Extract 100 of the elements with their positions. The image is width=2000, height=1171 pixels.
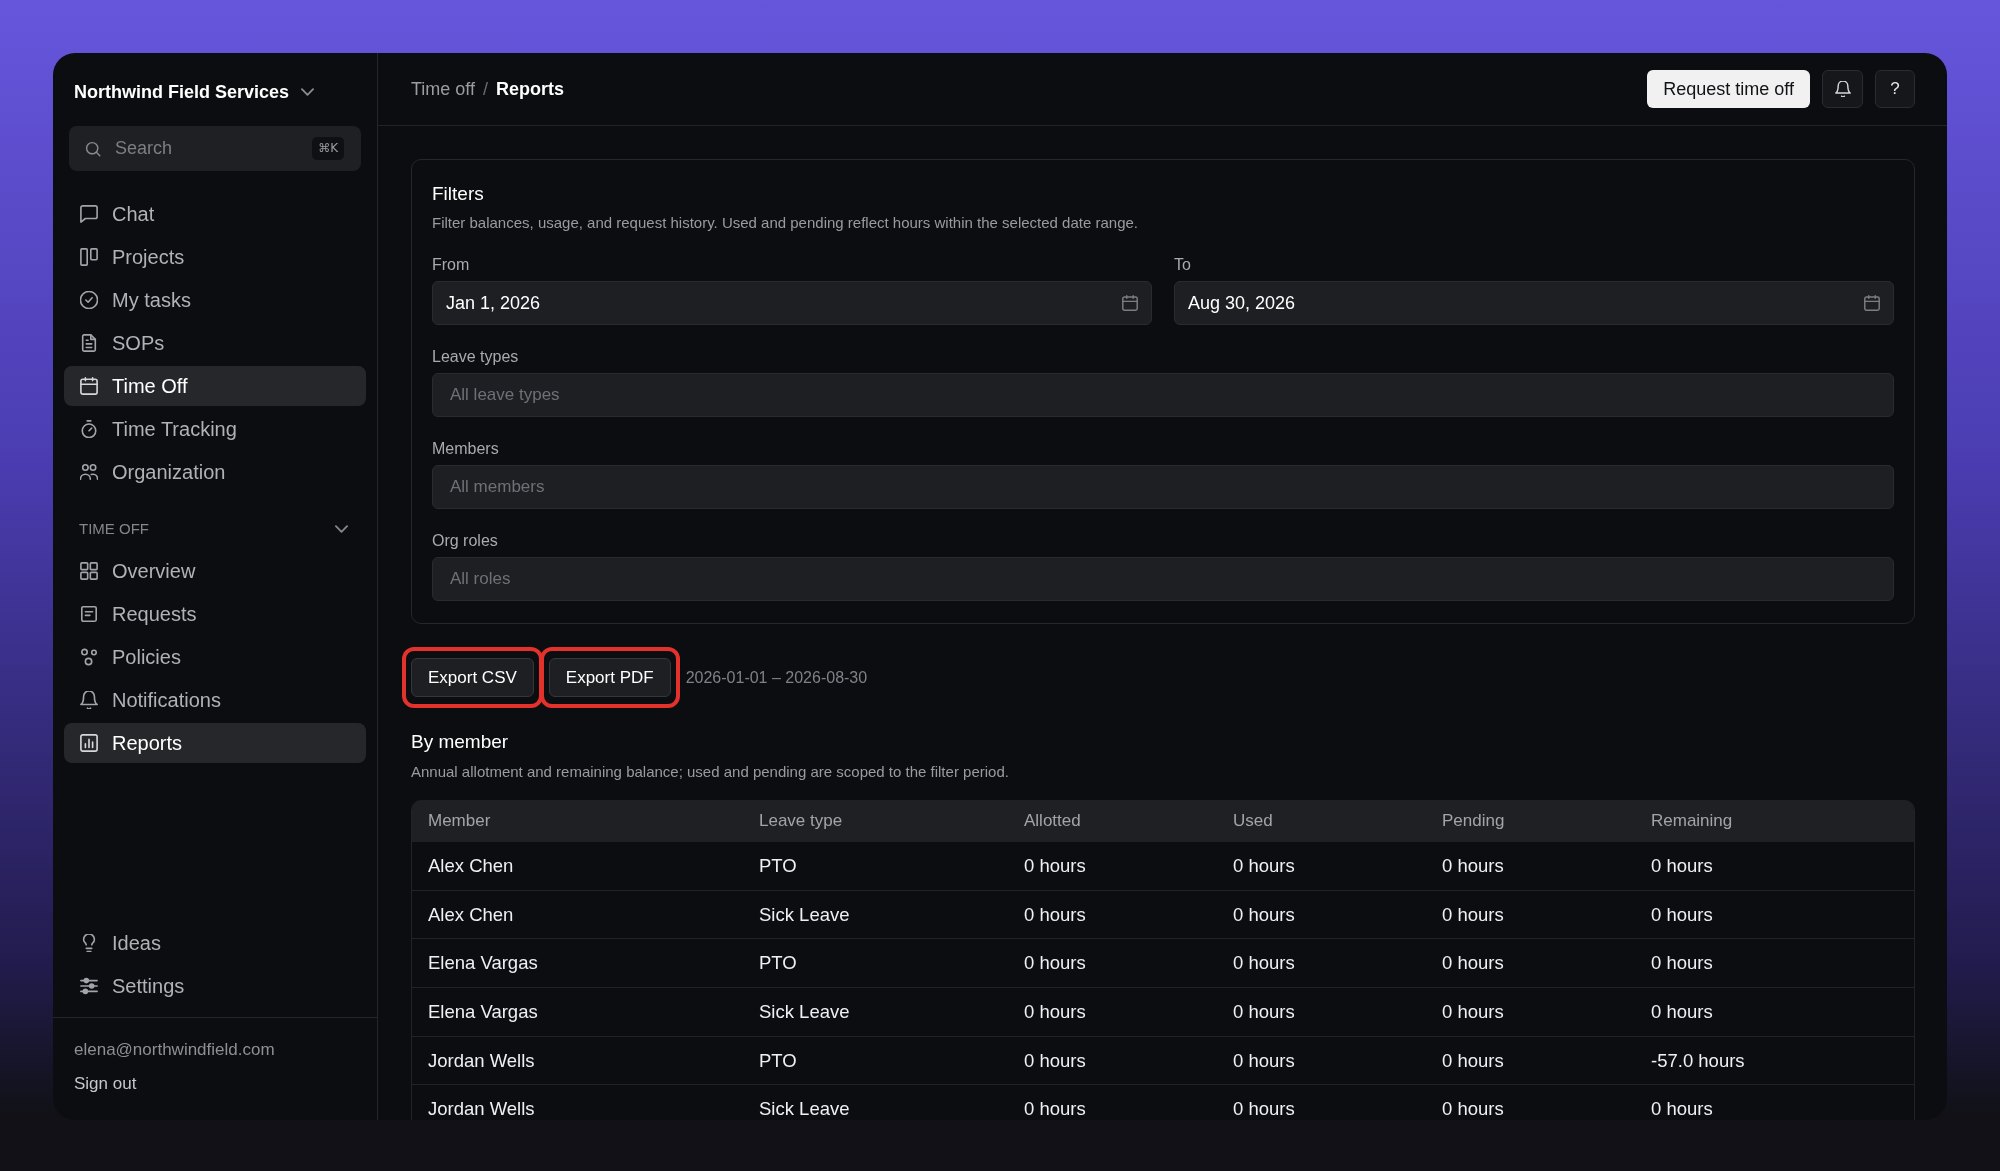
circles-icon (80, 648, 98, 666)
field-label: Members (432, 439, 500, 459)
column-header: Pending (1441, 810, 1506, 833)
table-cell-text: 0 hours (1023, 1099, 1087, 1120)
table-cell-text: 0 hours (1441, 904, 1505, 925)
shortcut-key: ⌘K (312, 137, 344, 160)
table-cell-text: Alex Chen (427, 855, 515, 876)
people-icon (80, 463, 98, 481)
table-cell-text: 0 hours (1441, 1001, 1505, 1022)
select-field[interactable]: All leave types (432, 373, 1894, 417)
nav-item[interactable]: Ideas (64, 923, 366, 963)
table-cell-text: 0 hours (1650, 1001, 1714, 1022)
account-email: elena@northwindfield.com (74, 1039, 275, 1061)
search-icon (85, 140, 101, 157)
note-icon (80, 605, 98, 623)
nav-item[interactable]: Projects (64, 237, 366, 277)
table-cell-text: 0 hours (1232, 904, 1296, 925)
calendar-icon (1122, 295, 1138, 311)
stopwatch-icon (80, 420, 98, 438)
column-header: Used (1232, 810, 1274, 833)
bell-icon (80, 691, 98, 709)
section-header[interactable]: TIME OFF (64, 519, 366, 539)
table-cell-text: 0 hours (1232, 953, 1296, 974)
notifications-button[interactable] (1822, 70, 1863, 108)
table-cell-text: 0 hours (1650, 953, 1714, 974)
table-cell-text: Elena Vargas (427, 1001, 539, 1022)
calendar-icon (80, 377, 98, 395)
lightbulb-icon (80, 934, 98, 952)
chat-bubble-icon (80, 205, 98, 223)
table-cell-text: 0 hours (1441, 953, 1505, 974)
sliders-icon (80, 977, 98, 995)
workspace-switcher[interactable]: Northwind Field Services (74, 80, 315, 104)
column-header: Remaining (1650, 810, 1734, 833)
table-cell-text: Jordan Wells (427, 1050, 536, 1071)
field-label: To (1174, 255, 1192, 275)
table-cell-text: PTO (758, 1050, 798, 1071)
date-range-text: 2026-01-01 – 2026-08-30 (685, 667, 868, 688)
table-cell-text: 0 hours (1232, 1099, 1296, 1120)
nav-item[interactable]: Policies (64, 637, 366, 677)
document-icon (80, 334, 98, 352)
table-cell-text: Sick Leave (758, 1099, 851, 1120)
field-label: From (432, 255, 471, 275)
field-label: Leave types (432, 347, 520, 367)
date-field[interactable]: Jan 1, 2026 (432, 281, 1152, 325)
section-description: Annual allotment and remaining balance; used and pending are scoped to the filter period. (411, 762, 1010, 782)
nav-item[interactable]: Notifications (64, 680, 366, 720)
table-cell-text: 0 hours (1441, 1099, 1505, 1120)
bar-chart-icon (80, 734, 98, 752)
column-header: Member (427, 810, 492, 833)
table-cell-text: Sick Leave (758, 1001, 851, 1022)
card-title: Filters (432, 182, 485, 206)
date-field[interactable]: Aug 30, 2026 (1174, 281, 1894, 325)
help-button[interactable]: ? (1875, 70, 1915, 108)
nav-item[interactable]: Time Tracking (64, 409, 366, 449)
select-field[interactable]: All members (432, 465, 1894, 509)
select-field[interactable]: All roles (432, 557, 1894, 601)
table-cell-text: 0 hours (1650, 855, 1714, 876)
nav-item[interactable]: SOPs (64, 323, 366, 363)
column-header: Allotted (1023, 810, 1082, 833)
nav-item[interactable]: Organization (64, 452, 366, 492)
nav-item[interactable]: Overview (64, 551, 366, 591)
table-cell-text: Elena Vargas (427, 953, 539, 974)
table-cell-text: 0 hours (1441, 1050, 1505, 1071)
request-time-off-button[interactable]: Request time off (1647, 70, 1810, 108)
table-cell-text: 0 hours (1023, 904, 1087, 925)
table-cell-text: 0 hours (1650, 904, 1714, 925)
table-cell-text: 0 hours (1232, 1001, 1296, 1022)
nav-item[interactable]: Reports (64, 723, 366, 763)
table-cell-text: 0 hours (1232, 1050, 1296, 1071)
export-button[interactable]: Export PDF (548, 658, 671, 697)
breadcrumb-separator: / (483, 77, 489, 101)
table-cell-text: 0 hours (1232, 855, 1296, 876)
table-cell-text: -57.0 hours (1650, 1050, 1746, 1071)
table-cell-text: 0 hours (1441, 855, 1505, 876)
sign-out-link[interactable]: Sign out (74, 1072, 137, 1096)
column-header: Leave type (758, 810, 844, 833)
export-button[interactable]: Export CSV (411, 658, 534, 697)
nav-item[interactable]: Requests (64, 594, 366, 634)
table-cell-text: PTO (758, 953, 798, 974)
breadcrumb-link[interactable]: Time off (411, 75, 476, 103)
table-cell-text: PTO (758, 855, 798, 876)
grid-icon (80, 562, 98, 580)
nav-item[interactable]: Settings (64, 966, 366, 1006)
section-title: By member (411, 730, 510, 754)
table-cell-text: Alex Chen (427, 904, 515, 925)
bell-icon (1834, 81, 1851, 97)
card-description: Filter balances, usage, and request history. Used and pending reflect hours within the selected date range. (432, 213, 1139, 233)
breadcrumb-current-page: Reports (496, 77, 565, 101)
table-cell-text: 0 hours (1650, 1099, 1714, 1120)
nav-item[interactable]: Chat (64, 194, 366, 234)
field-label: Org roles (432, 531, 499, 551)
table-cell-text: 0 hours (1023, 953, 1087, 974)
table-cell-text: 0 hours (1023, 1001, 1087, 1022)
calendar-icon (1864, 295, 1880, 311)
nav-item[interactable]: Time Off (64, 366, 366, 406)
table-cell-text: Sick Leave (758, 904, 851, 925)
table-cell-text: 0 hours (1023, 1050, 1087, 1071)
table-cell-text: 0 hours (1023, 855, 1087, 876)
nav-item[interactable]: My tasks (64, 280, 366, 320)
board-columns-icon (80, 248, 98, 266)
